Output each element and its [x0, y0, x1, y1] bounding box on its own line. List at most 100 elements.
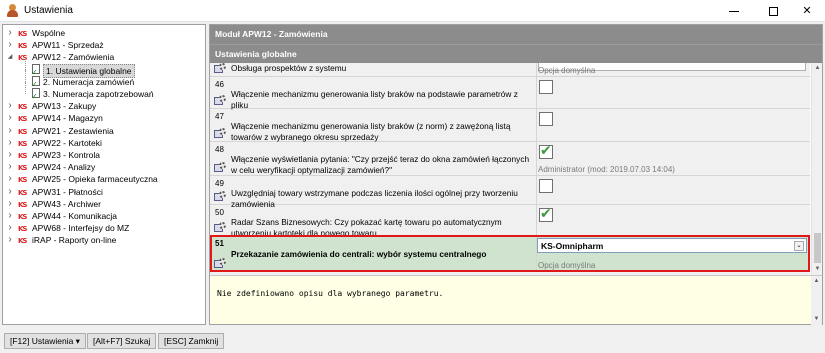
ks-module-icon: KS — [18, 30, 27, 38]
scroll-up-icon[interactable]: ▲ — [812, 63, 823, 74]
column-divider — [536, 205, 537, 235]
document-check-icon: ✓ — [31, 63, 41, 77]
tree-item-label: APW14 - Magazyn — [32, 113, 103, 124]
ks-module-icon: KS — [18, 139, 27, 148]
ks-module-icon: KS — [18, 213, 27, 221]
parameter-description: Nie zdefiniowano opisu dla wybranego par… — [210, 275, 822, 325]
parameter-description-label: Obsługa prospektów z systemu — [231, 63, 347, 73]
expand-arrow-icon[interactable]: › — [6, 27, 14, 39]
tree-connector-line — [25, 82, 26, 94]
close-button[interactable]: [ESC] Zamknij — [158, 333, 225, 349]
parameter-checkbox[interactable] — [539, 179, 553, 193]
document-check-icon: ✓ — [31, 75, 41, 89]
parameter-settings-icon — [214, 63, 226, 74]
parameter-number: 46 — [215, 80, 224, 89]
parameter-row[interactable]: 49 Uwzględniaj towary wstrzymane podczas … — [210, 176, 810, 209]
column-divider — [536, 176, 537, 204]
expand-arrow-icon[interactable]: › — [6, 198, 14, 210]
search-button[interactable]: [Alt+F7] Szukaj — [87, 333, 157, 349]
parameter-row[interactable]: Obsługa prospektów z systemu Opcja domyśl… — [210, 63, 810, 77]
ks-module-icon: KS — [18, 200, 27, 209]
checkmark-icon: ✔ — [540, 205, 552, 221]
expand-arrow-icon[interactable]: › — [6, 137, 14, 149]
ks-module-icon: KS — [18, 42, 27, 51]
ks-module-icon: KS — [18, 115, 27, 124]
parameter-settings-icon — [214, 162, 226, 173]
parameter-list: Obsługa prospektów z systemu Opcja domyśl… — [210, 63, 810, 275]
minimize-icon — [729, 10, 739, 12]
tree-item-label: Wspólne — [32, 28, 66, 38]
scrollbar-thumb[interactable] — [814, 233, 821, 263]
parameter-number: 47 — [215, 112, 224, 121]
expand-arrow-icon[interactable]: › — [6, 100, 14, 112]
tree-item-label: APW31 - Płatności — [32, 186, 103, 197]
ks-module-icon: KS — [18, 54, 27, 63]
expand-arrow-icon[interactable]: › — [6, 149, 14, 161]
document-check-icon: ✓ — [31, 88, 41, 101]
tree-item-label: APW24 - Analizy — [32, 162, 96, 173]
app-user-icon — [6, 4, 18, 17]
ks-module-icon: KS — [18, 103, 27, 112]
parameter-checkbox[interactable] — [539, 80, 553, 94]
maximize-icon — [768, 6, 778, 16]
expand-arrow-icon[interactable]: › — [6, 210, 14, 222]
ks-module-icon: KS — [18, 164, 27, 173]
settings-panel: Moduł APW12 - Zamówienia Ustawienia glob… — [209, 24, 823, 325]
settings-tree[interactable]: › KS Wspólne › KS APW11 - Sprzedaż ◢ KS APW12 - … — [2, 24, 206, 325]
parameter-row[interactable]: 46 Włączenie mechanizmu generowania listy… — [210, 77, 810, 110]
parameter-row[interactable]: 50 Radar Szans Biznesowych: Czy pokazać k… — [210, 205, 810, 238]
column-divider — [536, 142, 537, 175]
expand-arrow-icon[interactable]: › — [6, 161, 14, 173]
description-text: Nie zdefiniowano opisu dla wybranego par… — [217, 289, 444, 298]
tree-item-label: APW13 - Zakupy — [32, 101, 97, 112]
parameter-checkbox[interactable]: ✔ — [539, 142, 553, 159]
parameter-row[interactable]: 47 Włączenie mechanizmu generowania listy… — [210, 109, 810, 142]
tree-item-label: 3. Numeracja zapotrzebowań — [43, 89, 154, 99]
expand-arrow-icon[interactable]: › — [6, 112, 14, 124]
parameter-settings-icon — [214, 128, 226, 139]
window-title: Ustawienia — [24, 5, 73, 16]
parameter-status: Administrator (mod: 2019.07.03 14:04) — [538, 165, 675, 174]
ks-module-icon: KS — [18, 127, 27, 136]
expand-arrow-icon[interactable]: › — [6, 222, 14, 234]
expand-arrow-icon[interactable]: › — [6, 186, 14, 198]
parameter-number: 50 — [215, 208, 224, 217]
tree-item-label: APW21 - Zestawienia — [32, 125, 114, 136]
tree-item-label: 2. Numeracja zamówień — [43, 76, 135, 87]
scroll-down-icon[interactable]: ▼ — [812, 264, 823, 275]
parameter-number: 48 — [215, 145, 224, 154]
tree-item-label: APW11 - Sprzedaż — [32, 40, 104, 51]
parameter-description-label: Włączenie wyświetlania pytania: "Czy prz… — [231, 154, 530, 175]
description-scrollbar[interactable]: ▲ ▼ — [811, 276, 822, 325]
tree-item-label: APW22 - Kartoteki — [32, 137, 102, 148]
tree-connector-line — [25, 69, 26, 82]
ks-module-icon: KS — [18, 237, 27, 246]
parameter-description-label: Włączenie mechanizmu generowania listy b… — [231, 121, 511, 142]
parameter-settings-icon — [214, 95, 226, 106]
expand-arrow-icon[interactable]: › — [6, 39, 14, 51]
expand-arrow-icon[interactable]: › — [6, 125, 14, 137]
column-divider — [536, 77, 537, 108]
module-header: Moduł APW12 - Zamówienia — [210, 25, 822, 44]
expand-arrow-icon[interactable]: › — [6, 234, 14, 246]
ks-module-icon: KS — [18, 225, 27, 234]
tree-connector-line — [25, 57, 26, 70]
ks-module-icon: KS — [18, 152, 27, 160]
tree-item-label: APW25 - Opieka farmaceutyczna — [32, 174, 158, 185]
highlight-frame — [210, 235, 810, 272]
parameter-status: Opcja domyślna — [538, 66, 596, 75]
collapse-arrow-icon[interactable]: ◢ — [6, 51, 14, 63]
parameter-row[interactable]: 48 Włączenie wyświetlania pytania: "Czy p… — [210, 142, 810, 176]
settings-menu-button[interactable]: [F12] Ustawienia ▾ — [4, 333, 86, 349]
expand-arrow-icon[interactable]: › — [6, 173, 14, 185]
parameter-checkbox[interactable] — [539, 112, 553, 126]
parameter-checkbox[interactable]: ✔ — [539, 205, 553, 222]
desc-scroll-up-icon[interactable]: ▲ — [811, 276, 822, 287]
checkmark-icon: ✔ — [540, 142, 552, 158]
parameter-scrollbar[interactable]: ▲ ▼ — [811, 63, 822, 275]
parameter-description-label: Włączenie mechanizmu generowania listy b… — [231, 89, 518, 110]
column-divider — [536, 63, 537, 76]
desc-scroll-down-icon[interactable]: ▼ — [811, 314, 822, 325]
tree-item-label: APW23 - Kontrola — [32, 150, 101, 160]
close-window-button[interactable]: ✕ — [789, 0, 825, 22]
